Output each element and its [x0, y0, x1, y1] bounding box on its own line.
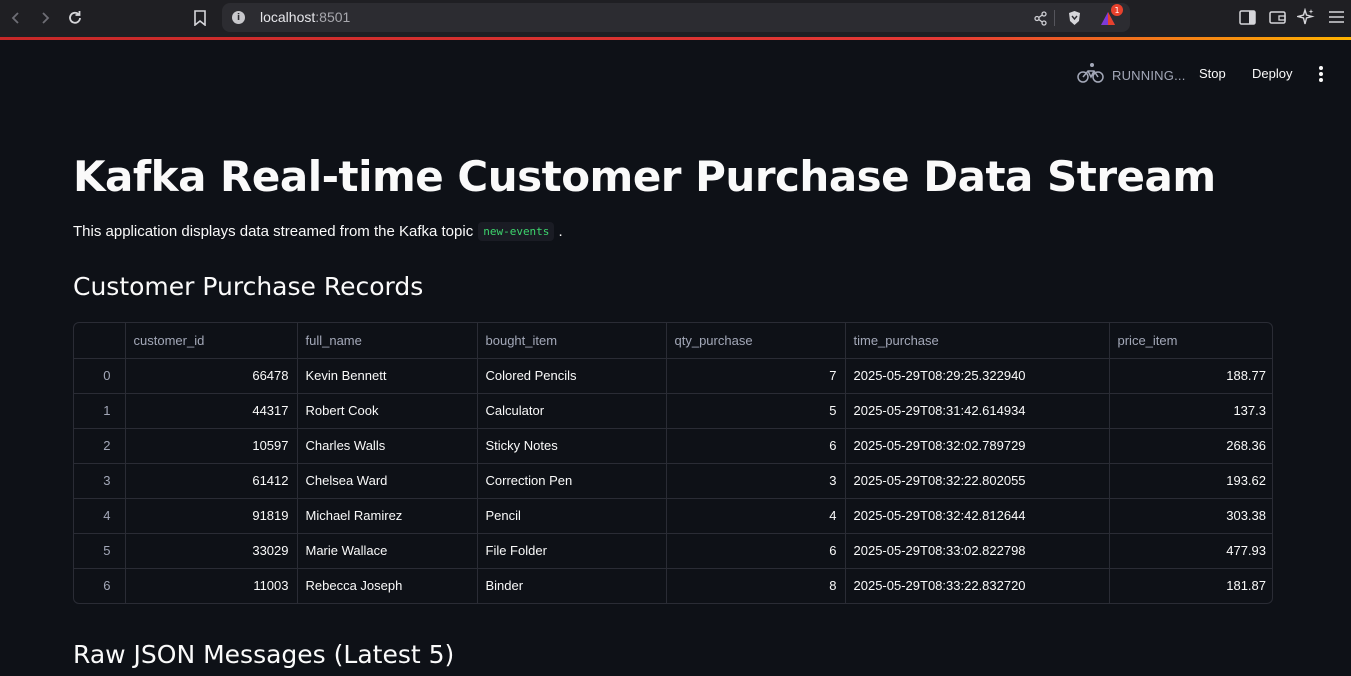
row-index: 3: [74, 463, 126, 499]
cell-time-purchase[interactable]: 2025-05-29T08:33:02.822798: [845, 533, 1110, 569]
status-label: RUNNING...: [1112, 67, 1186, 83]
cell-qty-purchase[interactable]: 4: [666, 498, 846, 534]
intro-paragraph: This application displays data streamed …: [73, 222, 563, 241]
cell-full-name[interactable]: Charles Walls: [297, 428, 478, 464]
cell-time-purchase[interactable]: 2025-05-29T08:29:25.322940: [845, 358, 1110, 394]
cell-price-item[interactable]: 303.38: [1109, 498, 1272, 534]
row-index: 2: [74, 428, 126, 464]
wallet-icon[interactable]: [1266, 6, 1288, 28]
url-host: localhost: [260, 9, 316, 25]
url-text: localhost:8501: [260, 9, 350, 25]
deploy-button[interactable]: Deploy: [1252, 66, 1292, 81]
menu-icon[interactable]: [1325, 6, 1347, 28]
table-header-row: customer_id full_name bought_item qty_pu…: [74, 323, 1272, 359]
address-bar[interactable]: i localhost:8501: [222, 3, 1130, 32]
running-status: RUNNING...: [1077, 62, 1186, 88]
share-icon[interactable]: [1032, 10, 1048, 26]
column-header-bought-item[interactable]: bought_item: [477, 323, 667, 359]
notification-badge: 1: [1111, 4, 1123, 16]
cell-full-name[interactable]: Robert Cook: [297, 393, 478, 429]
cell-customer-id[interactable]: 11003: [125, 568, 298, 603]
cell-price-item[interactable]: 268.36: [1109, 428, 1272, 464]
brave-shield-icon[interactable]: [1066, 10, 1082, 26]
cell-customer-id[interactable]: 44317: [125, 393, 298, 429]
stop-button[interactable]: Stop: [1199, 66, 1226, 81]
cell-bought-item[interactable]: Pencil: [477, 498, 667, 534]
cell-customer-id[interactable]: 10597: [125, 428, 298, 464]
main-menu-kebab-icon[interactable]: [1316, 66, 1326, 82]
column-header-index[interactable]: [74, 323, 126, 359]
cell-price-item[interactable]: 181.87: [1109, 568, 1272, 603]
table-row: 5 33029 Marie Wallace File Folder 6 2025…: [74, 533, 1272, 569]
cell-time-purchase[interactable]: 2025-05-29T08:33:22.832720: [845, 568, 1110, 603]
table-row: 3 61412 Chelsea Ward Correction Pen 3 20…: [74, 463, 1272, 499]
column-header-qty-purchase[interactable]: qty_purchase: [666, 323, 846, 359]
row-index: 4: [74, 498, 126, 534]
table-row: 4 91819 Michael Ramirez Pencil 4 2025-05…: [74, 498, 1272, 534]
cell-qty-purchase[interactable]: 8: [666, 568, 846, 603]
cell-bought-item[interactable]: Correction Pen: [477, 463, 667, 499]
column-header-customer-id[interactable]: customer_id: [125, 323, 298, 359]
raw-json-heading: Raw JSON Messages (Latest 5): [73, 640, 455, 669]
cell-full-name[interactable]: Rebecca Joseph: [297, 568, 478, 603]
cell-bought-item[interactable]: File Folder: [477, 533, 667, 569]
intro-text: This application displays data streamed …: [73, 223, 474, 240]
cell-price-item[interactable]: 477.93: [1109, 533, 1272, 569]
row-index: 5: [74, 533, 126, 569]
cell-customer-id[interactable]: 61412: [125, 463, 298, 499]
cell-bought-item[interactable]: Binder: [477, 568, 667, 603]
cell-qty-purchase[interactable]: 7: [666, 358, 846, 394]
cell-customer-id[interactable]: 33029: [125, 533, 298, 569]
cell-bought-item[interactable]: Colored Pencils: [477, 358, 667, 394]
page-title: Kafka Real-time Customer Purchase Data S…: [73, 152, 1216, 201]
cell-qty-purchase[interactable]: 3: [666, 463, 846, 499]
table-row: 2 10597 Charles Walls Sticky Notes 6 202…: [74, 428, 1272, 464]
cell-full-name[interactable]: Kevin Bennett: [297, 358, 478, 394]
column-header-full-name[interactable]: full_name: [297, 323, 478, 359]
site-info-icon[interactable]: i: [232, 11, 245, 24]
cell-full-name[interactable]: Michael Ramirez: [297, 498, 478, 534]
row-index: 0: [74, 358, 126, 394]
column-header-price-item[interactable]: price_item: [1109, 323, 1272, 359]
cell-qty-purchase[interactable]: 6: [666, 428, 846, 464]
topic-code: new-events: [478, 222, 555, 241]
cell-price-item[interactable]: 193.62: [1109, 463, 1272, 499]
cell-qty-purchase[interactable]: 6: [666, 533, 846, 569]
records-heading: Customer Purchase Records: [73, 272, 424, 301]
cell-full-name[interactable]: Chelsea Ward: [297, 463, 478, 499]
cell-time-purchase[interactable]: 2025-05-29T08:32:42.812644: [845, 498, 1110, 534]
cell-bought-item[interactable]: Calculator: [477, 393, 667, 429]
app-header: RUNNING... Stop Deploy: [0, 40, 1351, 100]
column-header-time-purchase[interactable]: time_purchase: [845, 323, 1110, 359]
row-index: 6: [74, 568, 126, 603]
cell-time-purchase[interactable]: 2025-05-29T08:31:42.614934: [845, 393, 1110, 429]
cell-price-item[interactable]: 188.77: [1109, 358, 1272, 394]
running-cyclist-icon: [1077, 62, 1104, 88]
leo-ai-icon[interactable]: [1295, 6, 1317, 28]
reload-icon[interactable]: [63, 6, 87, 30]
cell-full-name[interactable]: Marie Wallace: [297, 533, 478, 569]
cell-price-item[interactable]: 137.3: [1109, 393, 1272, 429]
address-divider: [1054, 10, 1055, 26]
intro-suffix: .: [558, 223, 563, 240]
table-row: 6 11003 Rebecca Joseph Binder 8 2025-05-…: [74, 568, 1272, 603]
table-row: 0 66478 Kevin Bennett Colored Pencils 7 …: [74, 358, 1272, 394]
cell-time-purchase[interactable]: 2025-05-29T08:32:22.802055: [845, 463, 1110, 499]
bookmark-icon[interactable]: [188, 6, 212, 30]
sidebar-toggle-icon[interactable]: [1236, 6, 1258, 28]
cell-customer-id[interactable]: 91819: [125, 498, 298, 534]
url-port: :8501: [315, 9, 351, 25]
cell-bought-item[interactable]: Sticky Notes: [477, 428, 667, 464]
cell-qty-purchase[interactable]: 5: [666, 393, 846, 429]
cell-time-purchase[interactable]: 2025-05-29T08:32:02.789729: [845, 428, 1110, 464]
back-icon[interactable]: [4, 6, 28, 30]
forward-icon[interactable]: [33, 6, 57, 30]
purchase-records-table[interactable]: customer_id full_name bought_item qty_pu…: [73, 322, 1273, 604]
browser-toolbar: i localhost:8501 1: [0, 0, 1351, 38]
table-row: 1 44317 Robert Cook Calculator 5 2025-05…: [74, 393, 1272, 429]
cell-customer-id[interactable]: 66478: [125, 358, 298, 394]
row-index: 1: [74, 393, 126, 429]
